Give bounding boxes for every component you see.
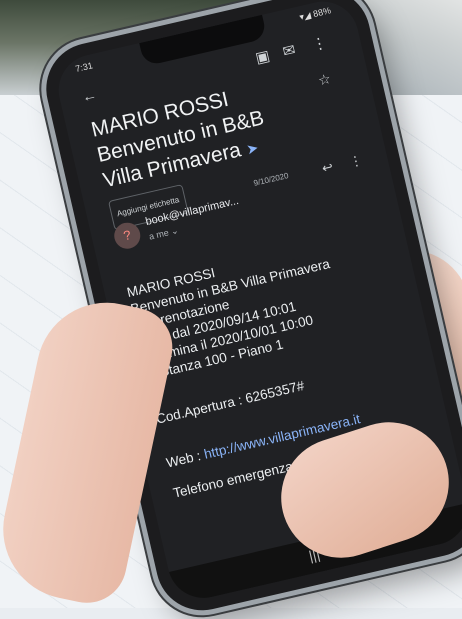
more-vert-icon[interactable]: ⋮ [310,33,328,54]
hand-front [0,230,462,611]
hand-thumb [265,406,462,574]
hand-palm [0,289,180,611]
mail-icon[interactable]: ✉ [281,40,297,60]
arrow-back-icon[interactable]: ← [80,86,98,106]
important-marker-icon: ➤ [244,139,260,158]
archive-icon[interactable]: ▣ [254,46,272,67]
status-icons: ▾◢ 88% [298,5,332,23]
message-more-icon[interactable]: ⋮ [348,152,364,171]
status-time: 7:31 [74,60,94,74]
